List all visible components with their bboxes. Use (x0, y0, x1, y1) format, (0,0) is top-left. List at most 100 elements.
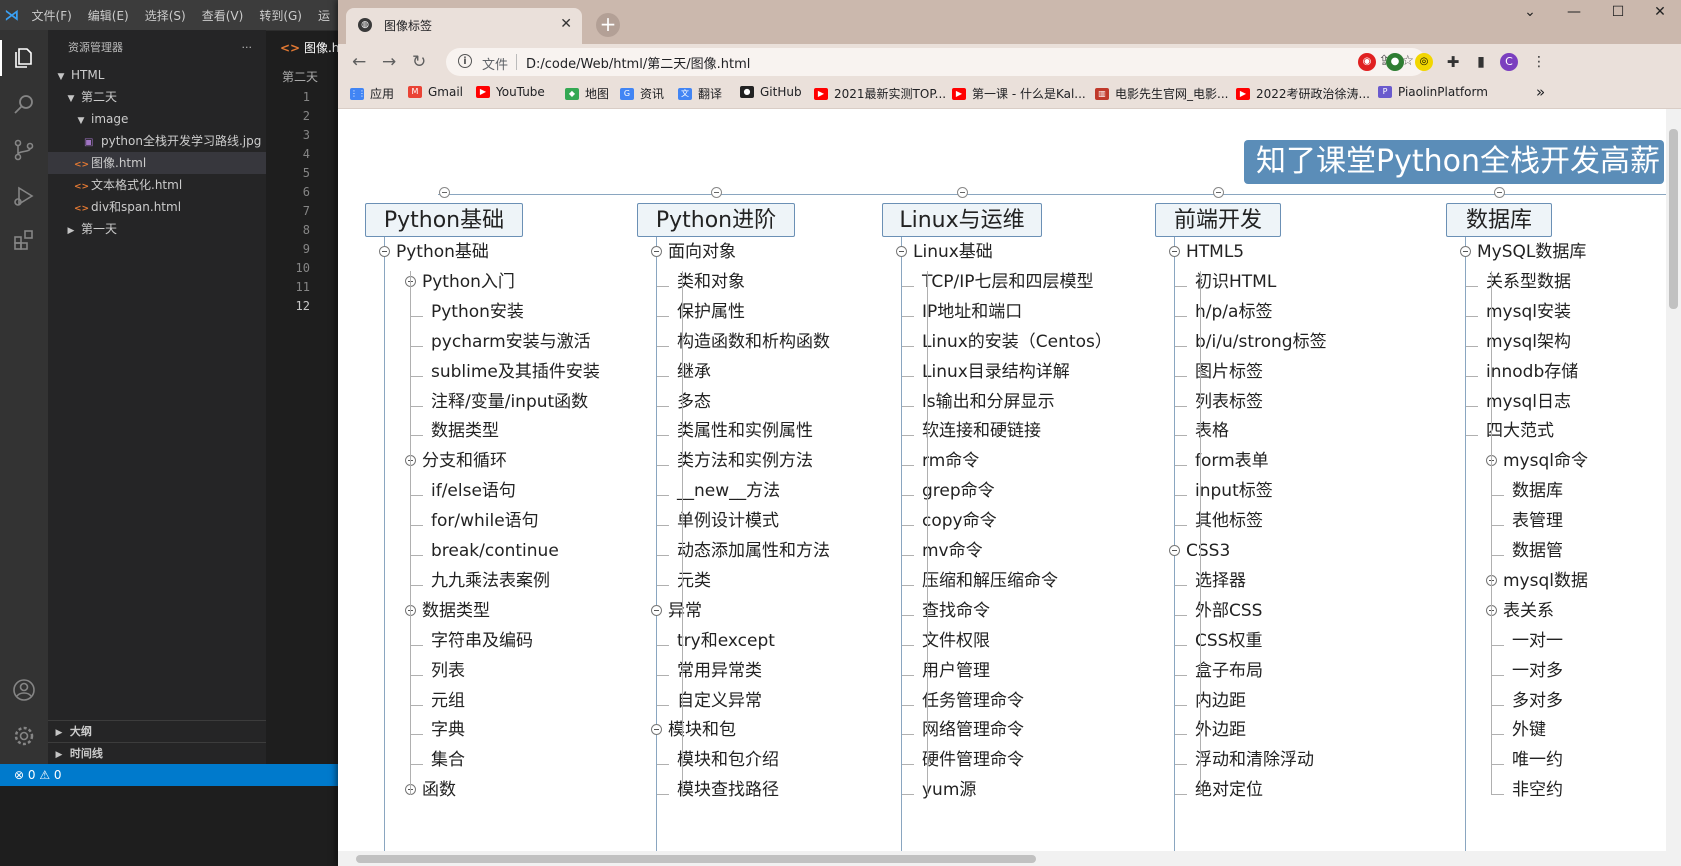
mind-map-node[interactable]: innodb存储 (1486, 362, 1578, 382)
mind-map-node[interactable]: 网络管理命令 (922, 720, 1024, 740)
mind-map-node[interactable]: 浮动和清除浮动 (1195, 750, 1314, 770)
mind-map-node[interactable]: 字典 (431, 720, 465, 740)
mind-map-node[interactable]: 查找命令 (922, 601, 990, 621)
mind-map-node[interactable]: 软连接和硬链接 (922, 421, 1041, 441)
explorer-icon[interactable] (12, 46, 36, 70)
breadcrumb[interactable]: 第二天 (266, 66, 338, 88)
collapse-toggle-icon[interactable] (711, 187, 722, 198)
forward-arrow-icon[interactable]: → (382, 52, 396, 72)
mind-map-node[interactable]: Python安装 (431, 302, 524, 322)
problems-count[interactable]: ⊗ 0 ⚠ 0 (14, 768, 62, 782)
mind-map-node[interactable]: __new__方法 (677, 481, 780, 501)
mind-map-node[interactable]: 内边距 (1195, 691, 1246, 711)
extension-yellow-icon[interactable]: ◎ (1415, 53, 1433, 71)
mind-map-node[interactable]: 四大范式 (1486, 421, 1554, 441)
mind-map-node[interactable]: 一对多 (1512, 661, 1563, 681)
mind-map-node[interactable]: try和except (677, 631, 775, 651)
mind-map-node[interactable]: 其他标签 (1195, 511, 1263, 531)
mind-map-node[interactable]: 字符串及编码 (431, 631, 533, 651)
mind-map-node[interactable]: h/p/a标签 (1195, 302, 1272, 322)
bookmark-item[interactable]: ▶ 第一课 - 什么是Kal... (952, 85, 1086, 102)
browser-tab[interactable]: ◍ 图像标签 ✕ (346, 8, 582, 44)
mind-map-node[interactable]: 数据类型 (422, 601, 490, 621)
mind-map-node[interactable]: Linux基础 (913, 242, 993, 262)
collapse-toggle-icon[interactable] (1213, 187, 1224, 198)
mind-map-node[interactable]: 元组 (431, 691, 465, 711)
outline-panel[interactable]: ▶ 大纲 (48, 720, 266, 743)
extension-red-icon[interactable]: ◉ (1358, 53, 1376, 71)
collapse-toggle-icon[interactable] (1169, 246, 1180, 257)
profile-avatar[interactable]: C (1500, 53, 1518, 71)
mind-map-node[interactable]: 列表 (431, 661, 465, 681)
mind-map-node[interactable]: 类和对象 (677, 272, 745, 292)
tree-item[interactable]: ▼ image (48, 108, 266, 130)
mind-map-node[interactable]: if/else语句 (431, 481, 516, 501)
mind-map-node[interactable]: mysql架构 (1486, 332, 1571, 352)
collapse-toggle-icon[interactable] (379, 246, 390, 257)
source-control-icon[interactable] (12, 138, 36, 162)
mind-map-node[interactable]: pycharm安装与激活 (431, 332, 591, 352)
mind-map-node[interactable]: Linux目录结构详解 (922, 362, 1070, 382)
mind-map-node[interactable]: 绝对定位 (1195, 780, 1263, 800)
mind-map-node[interactable]: mv命令 (922, 541, 983, 561)
breadcrumb-folder[interactable]: 第二天 (282, 70, 318, 84)
horizontal-scrollbar[interactable] (338, 851, 1666, 866)
timeline-panel[interactable]: ▶ 时间线 (48, 742, 266, 765)
mind-map-node[interactable]: 一对一 (1512, 631, 1563, 651)
mind-map-node[interactable]: MySQL数据库 (1477, 242, 1586, 262)
bookmark-item[interactable]: ⋮⋮ 应用 (350, 85, 394, 102)
collapse-toggle-icon[interactable] (957, 187, 968, 198)
tree-item[interactable]: <> div和span.html (48, 196, 266, 218)
collapse-toggle-icon[interactable] (1494, 187, 1505, 198)
reload-icon[interactable]: ↻ (412, 52, 426, 72)
mind-map-node[interactable]: 分支和循环 (422, 451, 507, 471)
mind-map-node[interactable]: IP地址和端口 (922, 302, 1022, 322)
tree-item[interactable]: ▼ HTML (48, 64, 266, 86)
mind-map-node[interactable]: break/continue (431, 541, 559, 561)
collapse-toggle-icon[interactable] (439, 187, 450, 198)
mind-map-node[interactable]: 外键 (1512, 720, 1546, 740)
mind-map-branch[interactable]: Python进阶 (637, 203, 795, 237)
mind-map-node[interactable]: 外边距 (1195, 720, 1246, 740)
mind-map-node[interactable]: 盒子布局 (1195, 661, 1263, 681)
more-actions-icon[interactable]: ··· (242, 41, 253, 54)
mind-map-node[interactable]: Python入门 (422, 272, 515, 292)
status-bar[interactable]: ⊗ 0 ⚠ 0 (0, 764, 338, 786)
bookmark-item[interactable]: G 资讯 (620, 85, 664, 102)
mind-map-node[interactable]: mysql数据 (1503, 571, 1588, 591)
mind-map-node[interactable]: mysql日志 (1486, 392, 1571, 412)
collapse-toggle-icon[interactable] (1169, 545, 1180, 556)
vertical-scroll-thumb[interactable] (1669, 129, 1678, 309)
mind-map-node[interactable]: b/i/u/strong标签 (1195, 332, 1327, 352)
menu-edit[interactable]: 编辑(E) (80, 7, 137, 24)
mind-map-node[interactable]: 异常 (668, 601, 702, 621)
mind-map-node[interactable]: 模块和包 (668, 720, 736, 740)
bookmark-item[interactable]: ▶ YouTube (476, 85, 545, 99)
mind-map-node[interactable]: 模块和包介绍 (677, 750, 779, 770)
tree-item[interactable]: ▶ 第一天 (48, 218, 266, 240)
tree-item[interactable]: <> 图像.html (48, 152, 266, 174)
extensions-icon[interactable] (12, 228, 36, 252)
menu-view[interactable]: 查看(V) (194, 7, 252, 24)
menu-run[interactable]: 运 (310, 7, 338, 24)
mind-map-node[interactable]: 保护属性 (677, 302, 745, 322)
mind-map-node[interactable]: 图片标签 (1195, 362, 1263, 382)
mind-map-node[interactable]: input标签 (1195, 481, 1273, 501)
collapse-toggle-icon[interactable] (651, 604, 662, 616)
mind-map-branch[interactable]: 数据库 (1446, 203, 1552, 237)
mind-map-node[interactable]: rm命令 (922, 451, 979, 471)
mind-map-node[interactable]: 关系型数据 (1486, 272, 1571, 292)
tab-close-icon[interactable]: ✕ (560, 16, 572, 32)
horizontal-scroll-thumb[interactable] (356, 855, 1036, 863)
mind-map-node[interactable]: 九九乘法表案例 (431, 571, 550, 591)
mind-map-node[interactable]: 文件权限 (922, 631, 990, 651)
mind-map-node[interactable]: 构造函数和析构函数 (677, 332, 830, 352)
mind-map-node[interactable]: 列表标签 (1195, 392, 1263, 412)
mind-map-node[interactable]: 常用异常类 (677, 661, 762, 681)
editor-tab[interactable]: <> 图像.ht (266, 30, 338, 66)
minimize-button[interactable]: — (1559, 4, 1589, 20)
mind-map-node[interactable]: 非空约 (1512, 780, 1563, 800)
bookmark-item[interactable]: 文翻译 (678, 85, 722, 102)
mind-map-node[interactable]: 类属性和实例属性 (677, 421, 813, 441)
mind-map-node[interactable]: 硬件管理命令 (922, 750, 1024, 770)
